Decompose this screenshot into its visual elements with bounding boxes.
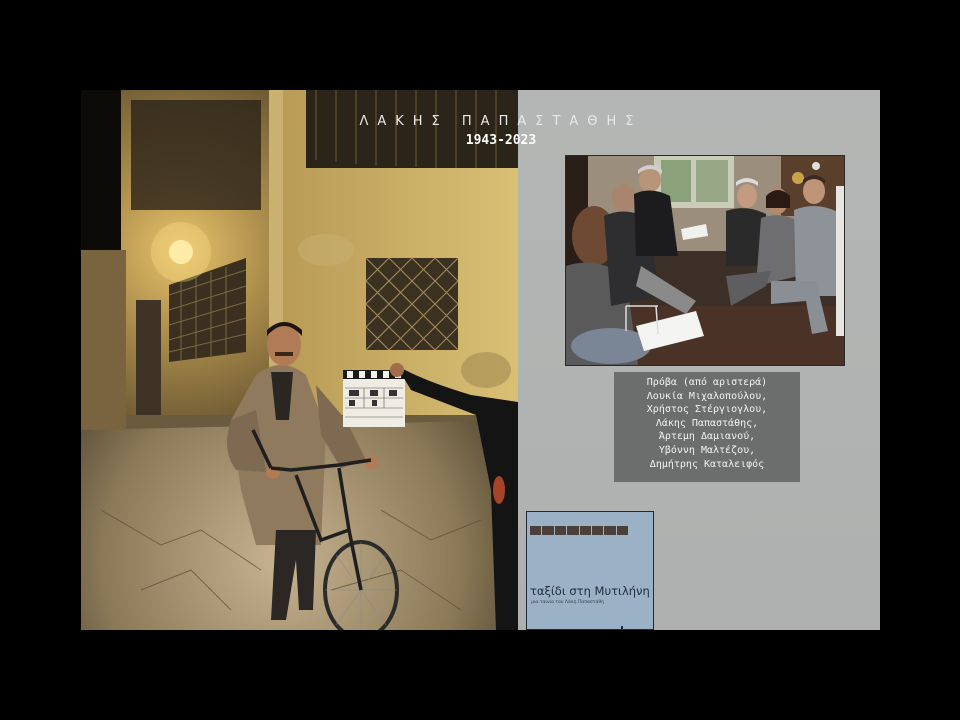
photo-caption: Πρόβα (από αριστερά) Λουκία Μιχαλοπούλου… xyxy=(614,372,800,482)
page-title: ΛΑΚΗΣ ΠΑΠΑΣΤΑΘΗΣ xyxy=(359,114,643,129)
caption-line: Άρτεμη Δαμιανού, xyxy=(658,431,756,443)
film-set-illustration xyxy=(81,90,518,630)
poster-photo-strip xyxy=(530,526,628,535)
poster-title: ταξίδι στη Μυτιλήνη xyxy=(530,584,650,598)
caption-line: Δημήτρης Καταλειφός xyxy=(649,458,765,470)
slide: ΛΑΚΗΣ ΠΑΠΑΣΤΑΘΗΣ 1943-2023 Πρόβα (από αρ… xyxy=(81,90,880,630)
rehearsal-illustration xyxy=(566,156,844,365)
film-poster: ταξίδι στη Μυτιλήνη μια ταινία του Λάκη … xyxy=(526,511,654,630)
caption-line: Λουκία Μιχαλοπούλου, xyxy=(646,390,768,402)
caption-line: Χρήστος Στέργιογλου, xyxy=(646,404,768,416)
film-set-photo xyxy=(81,90,518,630)
poster-subtitle: μια ταινία του Λάκη Παπαστάθη xyxy=(531,600,605,605)
rehearsal-photo xyxy=(565,155,845,366)
caption-line: Υβόννη Μαλτέζου, xyxy=(658,444,756,456)
life-years: 1943-2023 xyxy=(465,133,537,148)
caption-line: Λάκης Παπαστάθης, xyxy=(655,417,759,429)
caption-line: Πρόβα (από αριστερά) xyxy=(646,377,768,388)
poster-mark xyxy=(621,626,623,629)
